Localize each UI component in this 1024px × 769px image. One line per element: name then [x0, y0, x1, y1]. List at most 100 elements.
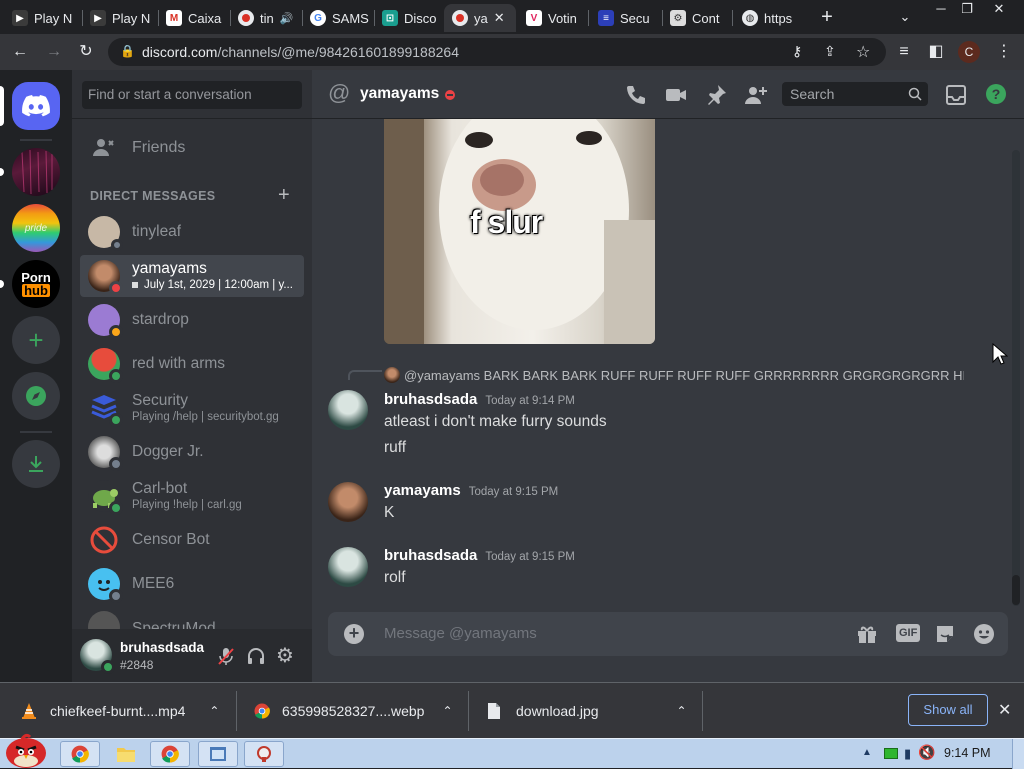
menu-kebab-icon[interactable]: ⋮ — [994, 42, 1014, 62]
help-icon[interactable]: ? — [986, 84, 1006, 104]
dm-item[interactable]: Dogger Jr. — [80, 431, 304, 473]
browser-tab-active[interactable]: ya ✕ — [444, 4, 516, 32]
speaker-icon[interactable]: 🔊 — [280, 12, 294, 25]
close-tab-icon[interactable]: ✕ — [494, 10, 505, 26]
inbox-icon[interactable] — [944, 83, 968, 107]
message-author[interactable]: yamayams — [384, 482, 461, 499]
upload-plus-icon[interactable]: + — [344, 624, 364, 644]
add-friends-to-dm-icon[interactable] — [744, 83, 768, 107]
mute-mic-icon[interactable] — [216, 646, 236, 666]
message-avatar[interactable] — [328, 547, 368, 587]
chevron-up-icon[interactable]: ⌃ — [209, 704, 219, 718]
address-bar[interactable]: 🔒 discord.com/channels/@me/9842616018991… — [108, 38, 886, 66]
explore-servers-button[interactable] — [12, 372, 60, 420]
dm-item[interactable]: Censor Bot — [80, 519, 304, 561]
profile-avatar[interactable]: C — [958, 41, 980, 63]
sticker-icon[interactable] — [934, 623, 956, 645]
browser-tab[interactable]: ▶ Play N — [82, 4, 158, 32]
start-button-angry-bird-icon[interactable] — [2, 731, 50, 769]
dm-item[interactable]: SpectruMod — [80, 607, 304, 629]
dm-item[interactable]: stardrop — [80, 299, 304, 341]
start-voice-call-icon[interactable] — [624, 83, 648, 107]
message-input[interactable]: Message @yamayams — [384, 625, 537, 642]
server-dark-icon[interactable] — [12, 148, 60, 196]
chat-scrollbar[interactable] — [1012, 150, 1020, 606]
dm-item[interactable]: MEE6 — [80, 563, 304, 605]
chrome-icon — [161, 745, 179, 763]
create-dm-button[interactable]: + — [278, 184, 290, 207]
friends-nav-item[interactable]: Friends — [80, 127, 304, 169]
image-attachment[interactable]: f slur — [384, 100, 655, 344]
browser-tab[interactable]: M Caixa — [158, 4, 230, 32]
dm-item[interactable]: Carl-bot Playing !help | carl.gg — [80, 475, 304, 517]
bookmark-star-icon[interactable]: ☆ — [856, 42, 870, 62]
restore-window-icon[interactable]: ❐ — [952, 0, 982, 18]
dm-item-selected[interactable]: yamayams July 1st, 2029 | 12:00am | y... — [80, 255, 304, 297]
browser-tab[interactable]: tin 🔊 — [230, 4, 302, 32]
side-panel-icon[interactable]: ◧ — [926, 42, 946, 62]
browser-tab[interactable]: ◍ https — [734, 4, 804, 32]
tray-network-icon[interactable]: ▮ — [904, 746, 911, 762]
back-icon[interactable]: ← — [10, 42, 30, 62]
browser-tab[interactable]: ⚙ Cont — [662, 4, 732, 32]
taskbar-app[interactable] — [198, 741, 238, 767]
dm-item[interactable]: tinyleaf — [80, 211, 304, 253]
chevron-up-icon[interactable]: ⌃ — [442, 704, 452, 718]
dm-item[interactable]: red with arms — [80, 343, 304, 385]
show-desktop-button[interactable] — [1012, 739, 1024, 769]
server-pride-icon[interactable]: pride — [12, 204, 60, 252]
tab-search-chevron-icon[interactable]: ⌄ — [894, 6, 916, 28]
gif-picker-button[interactable]: GIF — [896, 624, 921, 642]
download-apps-button[interactable] — [12, 440, 60, 488]
message-author[interactable]: bruhasdsada — [384, 547, 477, 564]
reload-icon[interactable]: ↻ — [76, 42, 96, 62]
tray-battery-icon[interactable] — [884, 748, 898, 759]
close-downloads-bar-icon[interactable]: ✕ — [998, 700, 1011, 720]
settings-gear-icon[interactable]: ⚙ — [276, 643, 294, 668]
browser-tab[interactable]: G SAMS — [302, 4, 374, 32]
taskbar-chrome-pinned[interactable] — [60, 741, 100, 767]
browser-tab[interactable]: V Votin — [518, 4, 588, 32]
media-control-icon[interactable]: ≡ — [894, 42, 914, 62]
server-ph-icon[interactable]: Porn hub — [12, 260, 60, 308]
emoji-icon[interactable] — [972, 622, 996, 646]
browser-tab[interactable]: ▶ Play N — [4, 4, 82, 32]
show-all-downloads-button[interactable]: Show all — [908, 694, 988, 726]
close-window-icon[interactable]: ✕ — [984, 0, 1014, 18]
message-avatar[interactable] — [328, 390, 368, 430]
folder-icon — [117, 748, 135, 762]
browser-toolbar: ← → ↻ 🔒 discord.com/channels/@me/9842616… — [0, 34, 1024, 70]
chevron-up-icon[interactable]: ⌃ — [677, 704, 687, 718]
start-video-call-icon[interactable] — [664, 83, 688, 107]
chat-search-input[interactable]: Search — [782, 82, 928, 106]
download-item[interactable]: 635998528327....webp ⌃ — [254, 683, 453, 739]
message-composer[interactable]: + Message @yamayams GIF — [328, 612, 1008, 656]
discord-home-button[interactable] — [12, 82, 60, 130]
tray-volume-muted-icon[interactable]: 🔇 — [918, 744, 935, 761]
message-avatar[interactable] — [328, 482, 368, 522]
pinned-messages-icon[interactable] — [704, 83, 728, 107]
chat-recipient-name: yamayams — [360, 85, 440, 102]
download-item[interactable]: download.jpg ⌃ — [486, 683, 687, 739]
lock-icon[interactable]: 🔒 — [120, 44, 135, 58]
find-conversation-search[interactable]: Find or start a conversation — [82, 81, 302, 109]
key-icon[interactable]: ⚷ — [792, 43, 802, 60]
add-server-button[interactable]: + — [12, 316, 60, 364]
new-tab-button[interactable]: + — [816, 6, 838, 28]
share-icon[interactable]: ⇪ — [824, 43, 836, 60]
forward-icon[interactable]: → — [44, 42, 64, 62]
dm-item[interactable]: Security Playing /help | securitybot.gg — [80, 387, 304, 429]
headphones-icon[interactable] — [246, 646, 266, 666]
gift-icon[interactable] — [856, 623, 878, 645]
taskbar-file-explorer[interactable] — [106, 741, 146, 767]
google-icon: G — [310, 10, 326, 26]
message-author[interactable]: bruhasdsada — [384, 391, 477, 408]
user-avatar[interactable] — [80, 639, 115, 674]
taskbar-chrome-window[interactable] — [150, 741, 190, 767]
browser-tab[interactable]: ≡ Secu — [590, 4, 662, 32]
tray-show-hidden-icon[interactable]: ▲ — [862, 747, 872, 758]
taskbar-clock[interactable]: 9:14 PM — [944, 746, 991, 760]
reply-preview-text[interactable]: @yamayams BARK BARK BARK RUFF RUFF RUFF … — [404, 368, 964, 383]
taskbar-app[interactable] — [244, 741, 284, 767]
browser-tab[interactable]: ⊡ Disco — [374, 4, 444, 32]
